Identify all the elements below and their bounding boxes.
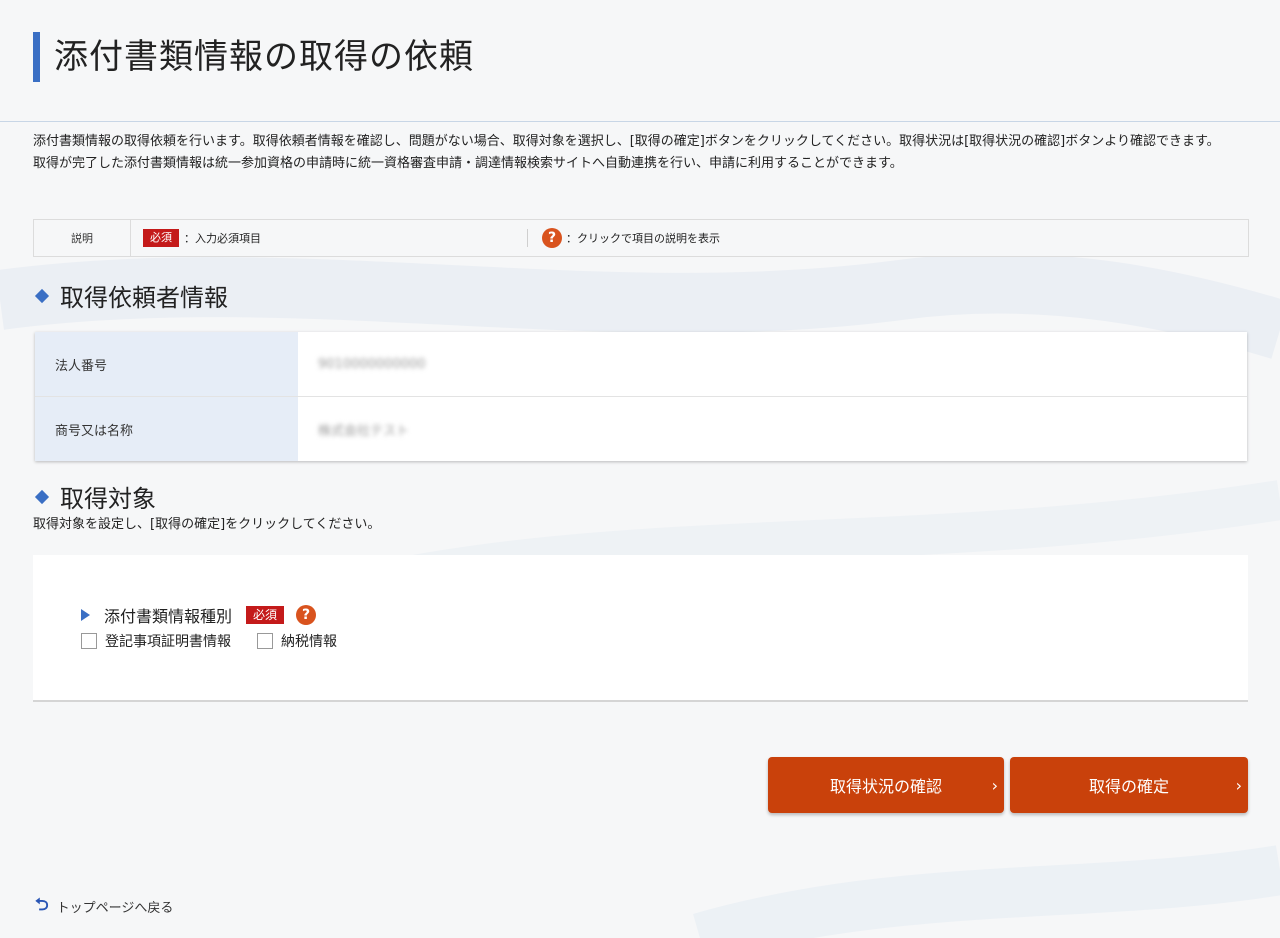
checkbox-label: 登記事項証明書情報 bbox=[105, 634, 231, 650]
intro-line-2: 取得が完了した添付書類情報は統一参加資格の申請時に統一資格審査申請・調達情報検索… bbox=[33, 156, 903, 171]
legend-label: 説明 bbox=[34, 220, 131, 256]
diamond-icon bbox=[34, 489, 50, 504]
row-label-company-name: 商号又は名称 bbox=[35, 396, 298, 461]
triangle-icon bbox=[81, 609, 90, 621]
legend-required-text: ：入力必須項目 bbox=[184, 232, 261, 245]
checkbox-label: 納税情報 bbox=[281, 634, 337, 650]
back-to-top-link[interactable]: ⮌ トップページへ戻る bbox=[35, 892, 173, 921]
table-row: 商号又は名称 株式会社テスト bbox=[35, 396, 1247, 461]
company-name-value: 株式会社テスト bbox=[318, 423, 410, 439]
checkbox-box[interactable] bbox=[257, 633, 273, 649]
target-panel: 添付書類情報種別 必須 ? 登記事項証明書情報 納税情報 bbox=[33, 555, 1248, 702]
legend-bar: 説明 必須 ：入力必須項目 ? ：クリックで項目の説明を表示 bbox=[33, 219, 1249, 257]
check-status-button[interactable]: 取得状況の確認 › bbox=[768, 757, 1004, 813]
row-label-corporate-number: 法人番号 bbox=[35, 332, 298, 397]
checkbox-tax-info[interactable]: 納税情報 bbox=[257, 631, 337, 651]
page-title-text: 添付書類情報の取得の依頼 bbox=[54, 37, 474, 77]
section-title: 取得依頼者情報 bbox=[60, 284, 228, 312]
section-heading-target: 取得対象 bbox=[33, 479, 156, 514]
diamond-icon bbox=[34, 288, 50, 303]
chevron-right-icon: › bbox=[1235, 776, 1242, 795]
required-badge: 必須 bbox=[143, 229, 179, 247]
section-heading-requester: 取得依頼者情報 bbox=[33, 278, 228, 313]
requester-info-table: 法人番号 9010000000000 商号又は名称 株式会社テスト bbox=[35, 332, 1247, 461]
help-icon[interactable]: ? bbox=[296, 605, 317, 625]
section-title: 取得対象 bbox=[60, 485, 156, 513]
checkbox-registry-certificate[interactable]: 登記事項証明書情報 bbox=[81, 631, 231, 651]
field-attachment-type: 添付書類情報種別 必須 ? bbox=[81, 603, 320, 627]
checkbox-box[interactable] bbox=[81, 633, 97, 649]
return-arrow-icon: ⮌ bbox=[35, 895, 49, 915]
required-badge: 必須 bbox=[246, 606, 285, 624]
chevron-right-icon: › bbox=[991, 776, 998, 795]
intro-line-1: 添付書類情報の取得依頼を行います。取得依頼者情報を確認し、問題がない場合、取得対… bbox=[33, 134, 1220, 149]
corporate-number-value: 9010000000000 bbox=[318, 356, 426, 372]
field-label: 添付書類情報種別 bbox=[104, 607, 233, 626]
confirm-acquisition-button[interactable]: 取得の確定 › bbox=[1010, 757, 1248, 813]
title-divider bbox=[0, 121, 1280, 122]
back-link-label: トップページへ戻る bbox=[56, 901, 174, 916]
intro-text: 添付書類情報の取得依頼を行います。取得依頼者情報を確認し、問題がない場合、取得対… bbox=[33, 131, 1248, 175]
legend-required: 必須 ：入力必須項目 bbox=[131, 229, 528, 247]
legend-help: ? ：クリックで項目の説明を表示 bbox=[528, 228, 720, 248]
help-icon: ? bbox=[542, 228, 562, 248]
button-label: 取得の確定 bbox=[1088, 777, 1169, 796]
legend-help-text: ：クリックで項目の説明を表示 bbox=[566, 232, 720, 245]
page-title: 添付書類情報の取得の依頼 bbox=[33, 32, 474, 82]
checkbox-group: 登記事項証明書情報 納税情報 bbox=[81, 631, 363, 651]
target-description: 取得対象を設定し、[取得の確定]をクリックしてください。 bbox=[33, 517, 381, 532]
button-label: 取得状況の確認 bbox=[829, 777, 942, 796]
table-row: 法人番号 9010000000000 bbox=[35, 332, 1247, 397]
